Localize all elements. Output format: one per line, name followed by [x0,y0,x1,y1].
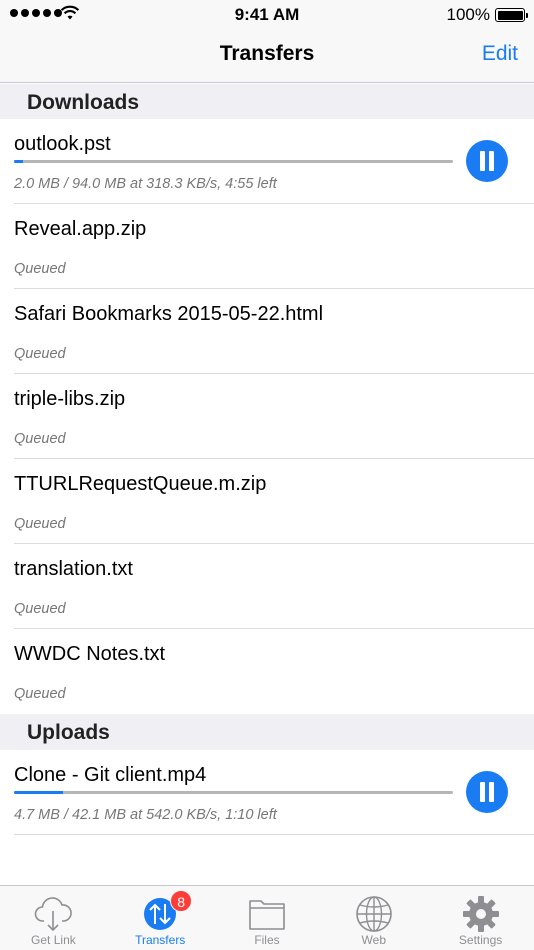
transfer-status: 4.7 MB / 42.1 MB at 542.0 KB/s, 1:10 lef… [14,807,277,823]
file-name: WWDC Notes.txt [14,643,166,665]
transfer-status: Queued [14,601,66,617]
tab-bar: Get Link 8 Transfers Files Web Settings [0,885,534,950]
tab-files[interactable]: Files [214,886,321,950]
tab-label: Web [361,933,387,947]
uploads-section-header: Uploads [0,714,534,750]
transfer-status: Queued [14,516,66,532]
transfer-status: Queued [14,261,66,277]
download-row-outlook[interactable]: outlook.pst 2.0 MB / 94.0 MB at 318.3 KB… [0,119,534,204]
download-row-tturlrequestqueue[interactable]: TTURLRequestQueue.m.zip Queued [0,459,534,544]
tab-web[interactable]: Web [320,886,427,950]
tab-label: Transfers [135,933,186,947]
tab-label: Get Link [31,933,76,947]
transfer-status: 2.0 MB / 94.0 MB at 318.3 KB/s, 4:55 lef… [14,176,277,192]
downloads-section-header: Downloads [0,84,534,120]
tab-settings[interactable]: Settings [427,886,534,950]
file-name: TTURLRequestQueue.m.zip [14,473,267,495]
download-row-wwdc-notes[interactable]: WWDC Notes.txt Queued [0,629,534,714]
file-name: outlook.pst [14,133,111,155]
file-name: Safari Bookmarks 2015-05-22.html [14,303,324,325]
tab-transfers[interactable]: 8 Transfers [107,886,214,950]
status-bar: 9:41 AM 100% [0,0,534,30]
progress-fill [14,791,64,794]
navigation-bar: Transfers Edit [0,30,534,83]
folder-icon [249,900,285,930]
battery-icon [495,8,528,22]
file-name: triple-libs.zip [14,388,126,410]
battery-percentage: 100% [446,5,490,24]
tab-label: Settings [458,933,503,947]
upload-row-clone[interactable]: Clone - Git client.mp4 4.7 MB / 42.1 MB … [0,750,534,835]
progress-fill [14,160,24,163]
pause-button[interactable] [466,140,508,182]
download-row-reveal[interactable]: Reveal.app.zip Queued [0,204,534,289]
file-name: translation.txt [14,558,133,580]
transfers-badge: 8 [170,890,193,912]
download-row-triple-libs[interactable]: triple-libs.zip Queued [0,374,534,459]
cloud-download-icon [35,897,73,932]
progress-bar [14,160,453,163]
globe-icon [355,896,392,932]
tab-get-link[interactable]: Get Link [0,886,107,950]
gear-icon [462,896,499,932]
transfer-status: Queued [14,431,66,447]
progress-bar [14,791,453,794]
section-title: Downloads [27,91,140,114]
tab-label: Files [254,933,280,947]
transfer-status: Queued [14,686,66,702]
edit-button[interactable]: Edit [482,42,518,66]
download-row-translation[interactable]: translation.txt Queued [0,544,534,629]
file-name: Reveal.app.zip [14,218,147,240]
file-name: Clone - Git client.mp4 [14,764,207,786]
download-row-safari-bookmarks[interactable]: Safari Bookmarks 2015-05-22.html Queued [0,289,534,374]
pause-button[interactable] [466,771,508,813]
page-title: Transfers [219,42,315,65]
section-title: Uploads [27,721,110,744]
transfer-status: Queued [14,346,66,362]
